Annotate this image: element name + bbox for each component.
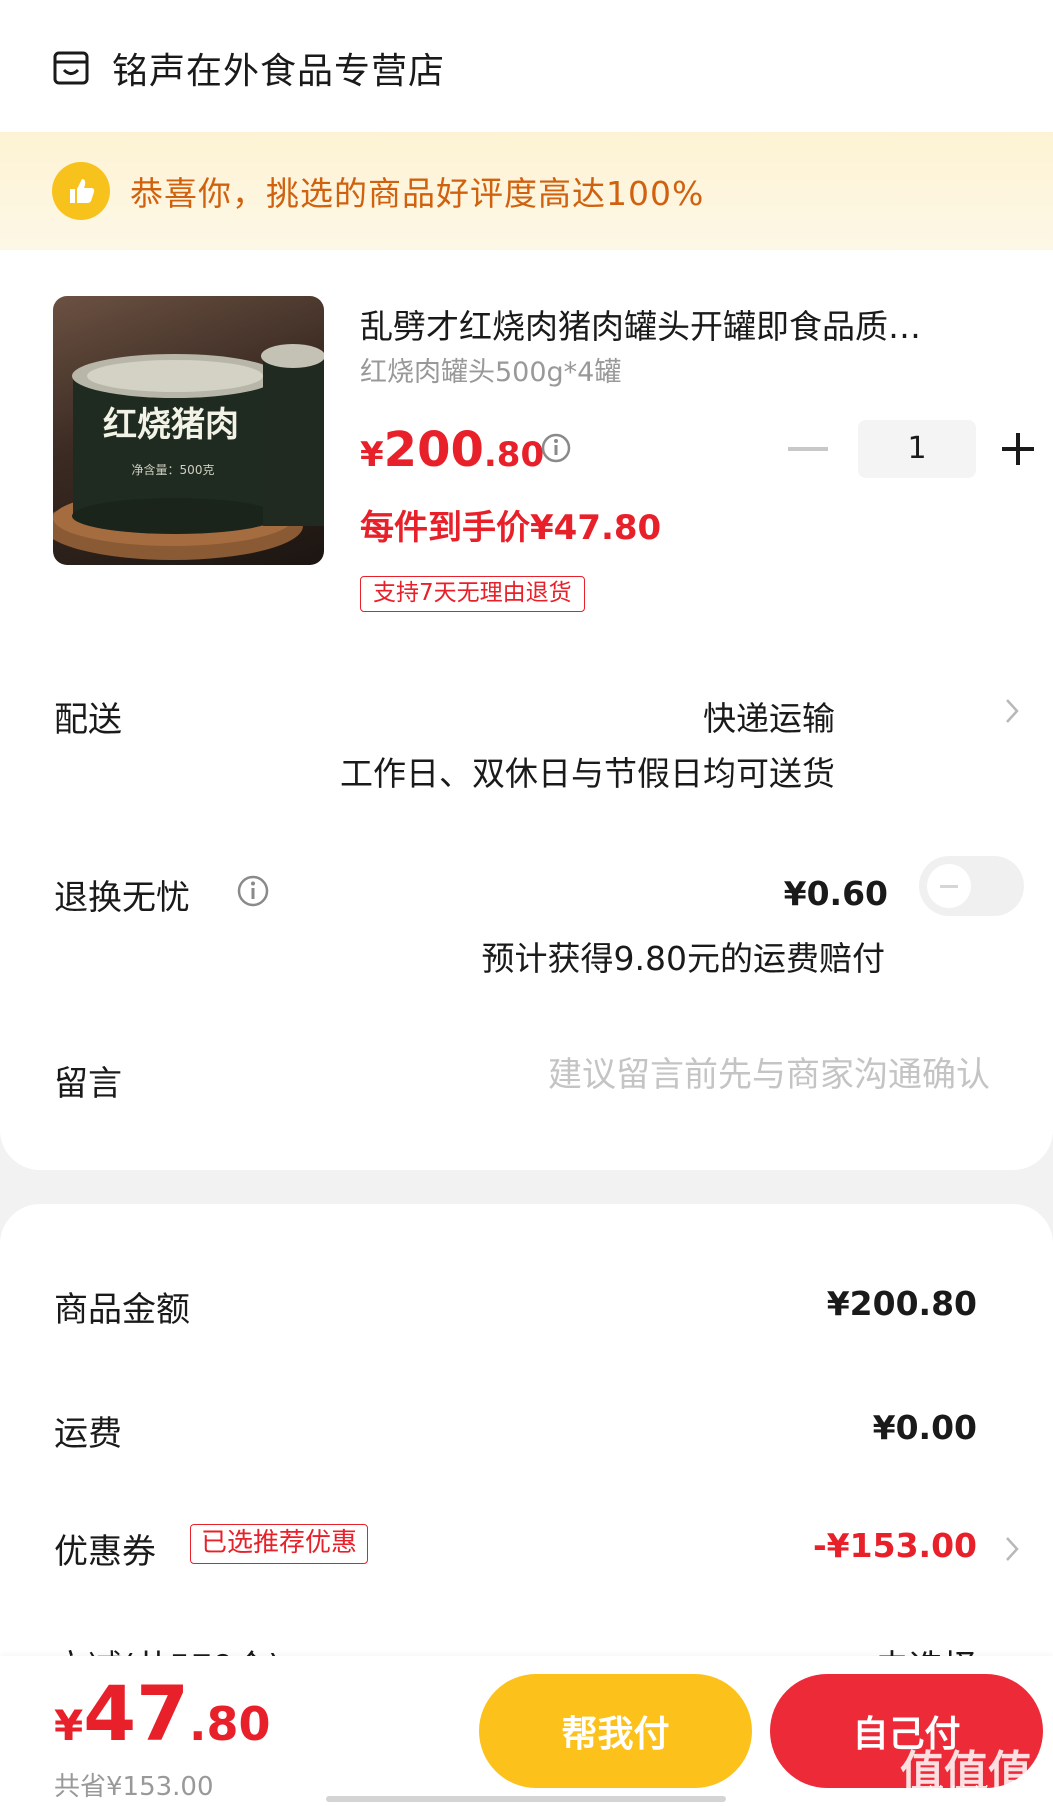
price-info-icon[interactable] (540, 432, 572, 464)
goods-amount-label: 商品金额 (54, 1290, 190, 1330)
unit-price: 每件到手价¥47.80 (360, 508, 662, 548)
product-image[interactable]: 红烧猪肉 净含量：500克 (53, 296, 324, 565)
thumbs-up-icon (52, 162, 110, 220)
help-me-pay-button[interactable]: 帮我付 (479, 1674, 752, 1788)
coupon-value[interactable]: -¥153.00 (813, 1526, 977, 1565)
chevron-right-icon[interactable] (1005, 1536, 1019, 1562)
rating-banner-text: 恭喜你，挑选的商品好评度高达100% (130, 174, 705, 213)
return-policy-badge: 支持7天无理由退货 (360, 576, 585, 612)
total-decimal: .80 (189, 1697, 271, 1751)
plus-icon[interactable] (1002, 433, 1034, 465)
delivery-label: 配送 (54, 700, 122, 740)
total-integer: 47 (83, 1669, 189, 1758)
minus-icon[interactable] (788, 447, 828, 451)
product-image-weight: 净含量：500克 (132, 462, 215, 477)
coupon-label: 优惠券 (54, 1532, 156, 1572)
quantity-stepper: 1 (788, 420, 1034, 478)
watermark-url: zhizhizhi.com (920, 1782, 1029, 1801)
delivery-note: 工作日、双休日与节假日均可送货 (340, 754, 835, 793)
shipping-value: ¥0.00 (872, 1408, 977, 1447)
product-image-caption: 红烧猪肉 (103, 405, 239, 445)
returns-info-icon[interactable] (236, 874, 270, 908)
product-spec[interactable]: 红烧肉罐头500g*4罐 (360, 350, 621, 389)
coupon-badge: 已选推荐优惠 (190, 1524, 369, 1564)
price-integer: 200 (383, 422, 484, 478)
returns-label: 退换无忧 (54, 878, 190, 918)
store-name: 铭声在外食品专营店 (112, 51, 446, 92)
product-price: ¥ 200 .80 (360, 422, 544, 478)
rating-banner: 恭喜你，挑选的商品好评度高达100% (0, 132, 1053, 250)
returns-toggle[interactable] (919, 856, 1024, 916)
price-decimal: .80 (483, 435, 545, 475)
shipping-label: 运费 (54, 1414, 122, 1454)
product-title[interactable]: 乱劈才红烧肉猪肉罐头开罐即食品质… (360, 300, 1020, 348)
store-header[interactable]: 铭声在外食品专营店 (52, 42, 445, 94)
price-symbol: ¥ (360, 435, 384, 475)
saved-amount: 共省¥153.00 (54, 1772, 214, 1802)
chevron-right-icon[interactable] (1005, 698, 1019, 724)
checkout-bar: ¥ 47 .80 共省¥153.00 帮我付 自己付 (0, 1656, 1053, 1806)
order-card: 铭声在外食品专营店 恭喜你，挑选的商品好评度高达100% 红烧猪肉 净含量：50… (0, 0, 1053, 1170)
goods-amount-value: ¥200.80 (826, 1284, 977, 1323)
message-input[interactable] (430, 1050, 990, 1100)
toggle-knob (927, 864, 971, 908)
message-label: 留言 (54, 1064, 122, 1104)
total-price: ¥ 47 .80 (54, 1666, 271, 1762)
delivery-method[interactable]: 快递运输 (535, 692, 835, 740)
quantity-value[interactable]: 1 (858, 420, 976, 478)
home-indicator[interactable] (326, 1796, 726, 1802)
returns-note: 预计获得9.80元的运费赔付 (481, 939, 885, 978)
total-symbol: ¥ (54, 1701, 84, 1750)
store-icon (53, 51, 89, 85)
returns-price: ¥0.60 (783, 874, 888, 913)
